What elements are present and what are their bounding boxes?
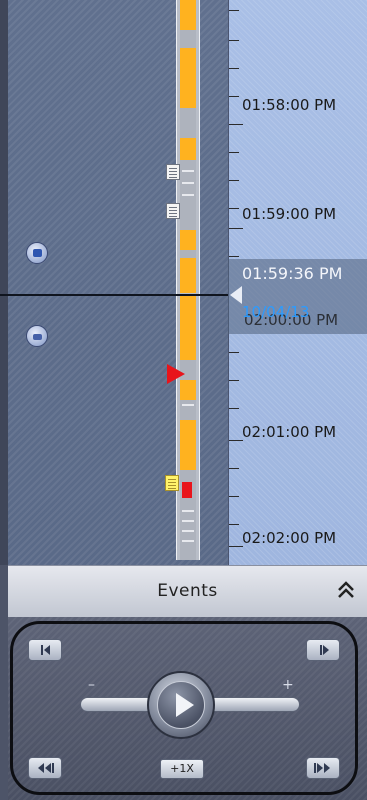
playhead-arrow-icon[interactable] (230, 286, 242, 304)
track-segment-recorded (180, 230, 196, 250)
range-end-handle-icon[interactable] (26, 325, 48, 347)
ruler-tick (229, 496, 239, 497)
play-button-face (157, 681, 205, 729)
ruler-tick-major (229, 228, 243, 229)
handle-core (33, 249, 42, 257)
track-separator (182, 194, 194, 196)
track-separator (182, 540, 194, 542)
time-label: 01:58:00 PM (242, 96, 337, 114)
bookmark-note-icon[interactable] (166, 164, 180, 180)
track-segment-recorded (180, 0, 196, 30)
ruler-tick (229, 10, 239, 11)
ruler-tick-major (229, 440, 243, 441)
range-start-handle-icon[interactable] (26, 242, 48, 264)
track-separator (182, 404, 194, 406)
speed-minus-label: – (88, 677, 95, 693)
skip-forward-button[interactable] (306, 757, 340, 779)
red-flag-icon[interactable] (167, 364, 185, 384)
ruler-tick (229, 256, 239, 257)
step-forward-icon (320, 645, 329, 655)
speed-plus-label: + (282, 677, 294, 693)
bookmark-note-icon[interactable] (166, 203, 180, 219)
track-segment-recorded (180, 138, 196, 160)
track-separator (182, 520, 194, 522)
playhead-time: 01:59:36 PM (242, 264, 343, 283)
events-label: Events (157, 581, 218, 601)
step-back-button[interactable] (28, 639, 62, 661)
ruler-tick-major (229, 546, 243, 547)
ruler-tick (229, 380, 239, 381)
ruler-tick (229, 352, 239, 353)
ruler-tick (229, 468, 239, 469)
handle-core (33, 334, 42, 340)
play-button[interactable] (147, 671, 215, 739)
timeline-view[interactable]: 01:58:00 PM 01:59:00 PM 02:01:00 PM 02:0… (0, 0, 367, 565)
left-edge-border (0, 0, 8, 565)
track-segment-empty (180, 30, 196, 48)
ruler-tick-major (229, 124, 243, 125)
playhead-line[interactable] (0, 294, 228, 296)
step-forward-button[interactable] (306, 639, 340, 661)
ruler-tick (229, 68, 239, 69)
track-separator (182, 170, 194, 172)
alarm-marker[interactable] (182, 482, 192, 498)
ruler-tick (229, 180, 239, 181)
step-back-icon (41, 645, 50, 655)
track-segment-recorded (180, 258, 196, 293)
time-label: 01:59:00 PM (242, 205, 337, 223)
ruler-tick (229, 208, 239, 209)
track-segment-empty (180, 108, 196, 138)
track-segment-empty (180, 250, 196, 258)
skip-back-button[interactable] (28, 757, 62, 779)
ruler-tick (229, 40, 239, 41)
skip-back-icon (38, 763, 54, 773)
playhead-date: 10/04/13 (242, 303, 310, 321)
play-icon (176, 693, 194, 717)
track-segment-recorded (180, 296, 196, 360)
time-label: 02:02:00 PM (242, 529, 337, 547)
skip-forward-icon (314, 763, 330, 773)
bookmark-note-highlighted-icon[interactable] (165, 475, 179, 491)
recording-track-segments (180, 0, 196, 560)
track-separator (182, 530, 194, 532)
ruler-tick (229, 408, 239, 409)
ruler-tick (229, 152, 239, 153)
track-separator (182, 182, 194, 184)
ruler-tick (229, 96, 239, 97)
track-segment-recorded (180, 48, 196, 108)
time-label: 02:01:00 PM (242, 423, 337, 441)
ruler-tick (229, 524, 239, 525)
events-panel-header[interactable]: Events (8, 565, 367, 617)
double-chevron-up-icon[interactable] (335, 576, 357, 604)
track-segment-recorded (180, 420, 196, 470)
track-separator (182, 510, 194, 512)
track-segment-empty (180, 400, 196, 420)
speed-indicator[interactable]: +1X (160, 759, 204, 779)
